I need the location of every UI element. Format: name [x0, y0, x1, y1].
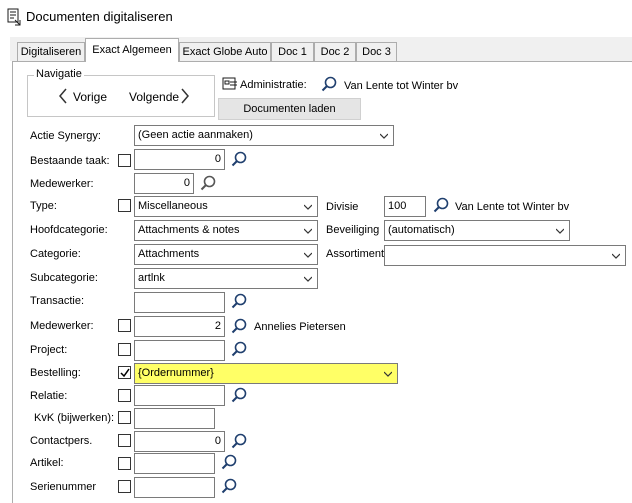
serienummer-checkbox[interactable] — [118, 480, 131, 493]
bestelling-label: Bestelling: — [30, 367, 81, 379]
search-icon[interactable] — [433, 197, 449, 213]
medewerker2-checkbox[interactable] — [118, 319, 131, 332]
medewerker2-label: Medewerker: — [30, 320, 94, 332]
bestaande-taak-field[interactable]: 0 — [134, 149, 225, 170]
kvk-checkbox[interactable] — [118, 411, 131, 424]
documenten-laden-button[interactable]: Documenten laden — [218, 98, 361, 120]
artikel-label: Artikel: — [30, 457, 64, 469]
subcategorie-value: artlnk — [138, 272, 165, 284]
contactpers-checkbox[interactable] — [118, 434, 131, 447]
hoofdcategorie-select[interactable]: Attachments & notes — [134, 220, 318, 241]
actie-synergy-label: Actie Synergy: — [30, 130, 101, 142]
kvk-field[interactable] — [134, 408, 215, 429]
subcategorie-select[interactable]: artlnk — [134, 268, 318, 289]
search-icon[interactable] — [231, 293, 247, 309]
artikel-checkbox[interactable] — [118, 457, 131, 470]
beveiliging-select[interactable]: (automatisch) — [384, 220, 570, 241]
hoofdcategorie-value: Attachments & notes — [138, 224, 240, 236]
search-icon[interactable] — [200, 175, 216, 191]
beveiliging-label: Beveiliging — [326, 224, 380, 236]
chevron-down-icon — [612, 253, 620, 259]
kvk-label: KvK (bijwerken): — [34, 412, 115, 424]
type-value: Miscellaneous — [138, 200, 208, 212]
hoofdcategorie-label: Hoofdcategorie: — [30, 224, 108, 236]
search-icon[interactable] — [321, 76, 337, 92]
search-icon[interactable] — [231, 318, 247, 334]
type-label: Type: — [30, 200, 57, 212]
bestaande-taak-label: Bestaande taak: — [30, 155, 110, 167]
transactie-label: Transactie: — [30, 295, 85, 307]
chevron-down-icon — [384, 371, 392, 377]
assortiment-select[interactable] — [384, 245, 626, 266]
chevron-down-icon — [304, 276, 312, 282]
search-icon[interactable] — [231, 433, 247, 449]
database-icon — [222, 77, 237, 90]
bestelling-value: {Ordernummer} — [138, 367, 214, 379]
relatie-label: Relatie: — [30, 390, 68, 402]
relatie-checkbox[interactable] — [118, 389, 131, 402]
tab-exact-globe-auto[interactable]: Exact Globe Auto — [179, 42, 271, 62]
divisie-field[interactable]: 100 — [384, 196, 426, 217]
tab-doc-2[interactable]: Doc 2 — [314, 42, 356, 62]
administratie-label: Administratie: — [240, 79, 307, 91]
administratie-value: Van Lente tot Winter bv — [344, 80, 459, 92]
next-button[interactable]: Volgende — [129, 90, 179, 104]
transactie-field[interactable] — [134, 292, 225, 313]
chevron-right-icon[interactable] — [180, 88, 190, 104]
project-checkbox[interactable] — [118, 343, 131, 356]
document-scan-icon — [7, 8, 21, 26]
search-icon[interactable] — [221, 478, 237, 494]
navigatie-label: Navigatie — [34, 68, 84, 80]
project-field[interactable] — [134, 340, 225, 361]
actie-synergy-value: (Geen actie aanmaken) — [138, 129, 253, 141]
tab-doc-3[interactable]: Doc 3 — [356, 42, 397, 62]
chevron-down-icon — [556, 228, 564, 234]
project-label: Project: — [30, 344, 68, 356]
divisie-label: Divisie — [326, 201, 359, 213]
serienummer-field[interactable] — [134, 477, 215, 498]
checkmark-icon — [120, 368, 130, 378]
beveiliging-value: (automatisch) — [388, 224, 455, 236]
bestelling-select[interactable]: {Ordernummer} — [134, 363, 398, 384]
title-bar: Documenten digitaliseren — [0, 0, 632, 34]
type-select[interactable]: Miscellaneous — [134, 196, 318, 217]
medewerker-field[interactable]: 0 — [134, 173, 194, 194]
bestaande-taak-checkbox[interactable] — [118, 154, 131, 167]
tab-digitaliseren[interactable]: Digitaliseren — [17, 42, 85, 62]
tab-doc-1[interactable]: Doc 1 — [271, 42, 314, 62]
chevron-down-icon — [304, 252, 312, 258]
medewerker2-name: Annelies Pietersen — [254, 321, 346, 333]
search-icon[interactable] — [221, 454, 237, 470]
search-icon[interactable] — [231, 387, 247, 403]
contactpers-field[interactable]: 0 — [134, 431, 225, 452]
categorie-label: Categorie: — [30, 248, 81, 260]
chevron-down-icon — [380, 133, 388, 139]
chevron-down-icon — [304, 228, 312, 234]
chevron-left-icon[interactable] — [58, 88, 68, 104]
serienummer-label: Serienummer — [30, 481, 97, 493]
subcategorie-label: Subcategorie: — [30, 272, 98, 284]
categorie-value: Attachments — [138, 248, 200, 260]
type-checkbox[interactable] — [118, 199, 131, 212]
assortiment-label: Assortiment — [326, 248, 384, 260]
relatie-field[interactable] — [134, 385, 225, 406]
actie-synergy-select[interactable]: (Geen actie aanmaken) — [134, 125, 394, 146]
search-icon[interactable] — [231, 151, 247, 167]
tab-exact-algemeen[interactable]: Exact Algemeen — [85, 38, 179, 62]
chevron-down-icon — [304, 204, 312, 210]
categorie-select[interactable]: Attachments — [134, 244, 318, 265]
search-icon[interactable] — [231, 341, 247, 357]
medewerker2-field[interactable]: 2 — [134, 316, 225, 337]
contactpers-label: Contactpers. — [30, 435, 93, 447]
bestelling-checkbox[interactable] — [118, 366, 131, 379]
divisie-name: Van Lente tot Winter bv — [455, 201, 570, 213]
window-title: Documenten digitaliseren — [26, 9, 173, 24]
medewerker-label: Medewerker: — [30, 178, 94, 190]
artikel-field[interactable] — [134, 453, 215, 474]
prev-button[interactable]: Vorige — [73, 90, 107, 104]
